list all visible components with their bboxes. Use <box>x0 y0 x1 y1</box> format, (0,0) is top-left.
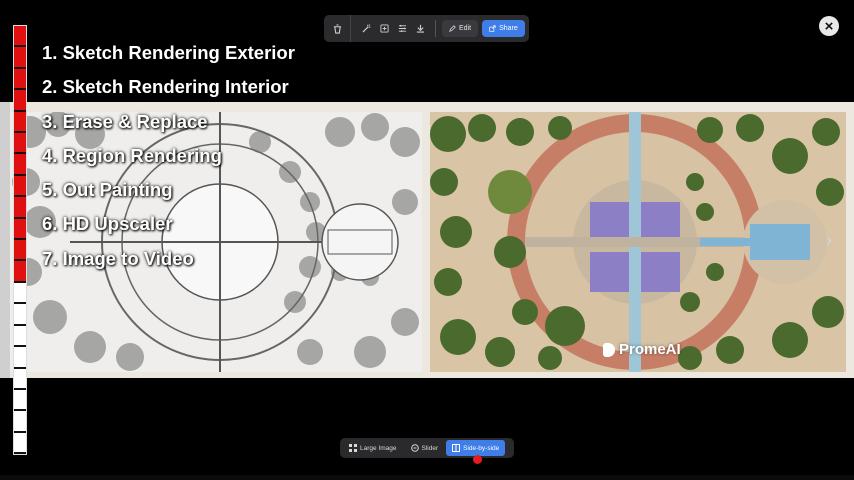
progress-segment <box>14 282 26 305</box>
progress-segment <box>14 90 26 112</box>
progress-segment <box>14 261 26 283</box>
trash-icon <box>333 23 341 34</box>
side-by-side-button[interactable]: Side-by-side <box>446 440 506 456</box>
feature-list: 1. Sketch Rendering Exterior 2. Sketch R… <box>42 40 295 280</box>
share-icon <box>489 25 496 32</box>
image-left-edge <box>0 102 10 378</box>
feature-item-4: 4. Region Rendering <box>42 144 222 166</box>
feature-item-3: 3. Erase & Replace <box>42 110 208 132</box>
edit-button[interactable]: Edit <box>442 20 479 37</box>
progress-segment <box>14 175 26 198</box>
columns-icon <box>452 444 461 452</box>
progress-segment <box>14 411 26 433</box>
progress-segment <box>14 347 26 369</box>
large-image-label: Large Image <box>360 444 397 452</box>
feature-item-2: 2. Sketch Rendering Interior <box>42 76 289 98</box>
close-icon: × <box>824 17 834 35</box>
slider-label: Slider <box>421 444 439 452</box>
promeai-logo-icon <box>603 342 615 357</box>
watermark-text: PromeAI <box>619 341 681 358</box>
large-image-button[interactable]: Large Image <box>343 440 403 456</box>
progress-segment <box>14 368 26 390</box>
share-button[interactable]: Share <box>482 20 525 37</box>
slider-icon <box>410 444 419 452</box>
view-mode-switcher: Large Image Slider Side-by-side <box>340 438 514 458</box>
feature-item-7: 7. Image to Video <box>42 247 194 269</box>
adjust-button[interactable] <box>393 15 411 42</box>
delete-button[interactable] <box>324 15 351 42</box>
progress-segment <box>14 111 26 134</box>
feature-item-6: 6. HD Upscaler <box>42 213 173 235</box>
feature-item-5: 5. Out Painting <box>42 179 173 201</box>
progress-segment <box>14 197 26 219</box>
share-label: Share <box>499 25 518 32</box>
progress-segment <box>14 26 26 48</box>
toolbar-divider <box>435 20 436 37</box>
bottom-edge <box>0 475 854 480</box>
promeai-watermark: PromeAI <box>603 341 681 358</box>
grid-icon <box>349 444 357 452</box>
progress-segment <box>14 325 26 348</box>
add-image-icon <box>379 24 389 33</box>
progress-segment <box>14 304 26 326</box>
magic-wand-button[interactable] <box>357 15 375 42</box>
feature-item-1: 1. Sketch Rendering Exterior <box>42 42 295 63</box>
download-icon <box>416 24 424 33</box>
add-image-button[interactable] <box>375 15 393 42</box>
close-button[interactable]: × <box>819 16 839 36</box>
progress-segment <box>14 240 26 262</box>
pencil-icon <box>449 25 456 32</box>
image-toolbar: Edit Share <box>324 15 529 42</box>
progress-segment <box>14 68 26 91</box>
magic-wand-icon <box>361 24 371 33</box>
progress-bar <box>13 25 27 455</box>
progress-segment <box>14 133 26 155</box>
progress-segment <box>14 47 26 69</box>
next-arrow-icon[interactable]: › <box>826 231 832 249</box>
progress-segment <box>14 218 26 241</box>
edit-label: Edit <box>459 25 472 32</box>
progress-segment <box>14 389 26 412</box>
download-button[interactable] <box>411 15 429 42</box>
progress-segment <box>14 432 26 455</box>
side-by-side-label: Side-by-side <box>463 444 500 452</box>
rendered-image <box>430 112 846 372</box>
progress-segment <box>14 154 26 176</box>
cursor-highlight <box>473 455 482 464</box>
slider-button[interactable]: Slider <box>405 440 445 456</box>
sliders-icon <box>398 24 406 33</box>
